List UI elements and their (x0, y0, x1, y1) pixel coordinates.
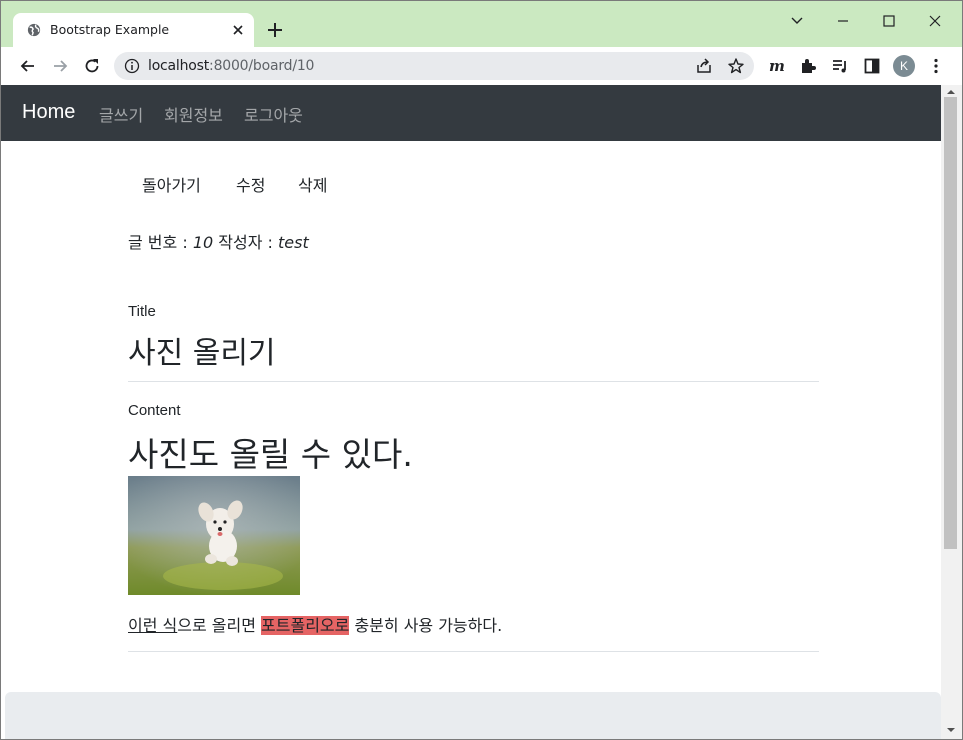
close-window-icon[interactable] (925, 11, 945, 31)
post-title: 사진 올리기 (128, 336, 276, 371)
browser-window: Bootstrap Example localhost:8000/board/1… (0, 0, 963, 740)
delete-button[interactable]: 삭제 (298, 172, 327, 196)
sidebar-icon[interactable] (862, 56, 882, 76)
underlined-text: 이런 식 (128, 616, 178, 635)
tab-title: Bootstrap Example (50, 22, 170, 37)
paragraph-text-2: 충분히 사용 가능하다. (349, 616, 503, 635)
back-icon[interactable] (18, 56, 38, 76)
footer (5, 692, 941, 739)
post-meta: 글 번호 : 10 작성자 : test (128, 229, 309, 253)
info-icon[interactable] (124, 58, 140, 74)
minimize-icon[interactable] (833, 11, 853, 31)
chevron-down-icon[interactable] (787, 11, 807, 31)
m-extension-icon[interactable]: m (766, 56, 786, 76)
browser-toolbar: localhost:8000/board/10 m K (1, 47, 962, 85)
maximize-icon[interactable] (879, 11, 899, 31)
media-icon[interactable] (830, 56, 850, 76)
post-number-label: 글 번호 : (128, 233, 193, 252)
reload-icon[interactable] (82, 56, 102, 76)
avatar[interactable]: K (893, 55, 915, 77)
post-author-label: 작성자 : (213, 233, 278, 252)
nav-link-logout[interactable]: 로그아웃 (244, 102, 303, 126)
scroll-up-icon[interactable] (945, 87, 957, 97)
url-path: :8000/board/10 (209, 58, 315, 74)
highlighted-text: 포트폴리오로 (261, 616, 350, 635)
edit-button[interactable]: 수정 (236, 172, 265, 196)
url-host: localhost (148, 58, 210, 74)
forward-icon[interactable] (50, 56, 70, 76)
browser-tab[interactable]: Bootstrap Example (13, 13, 254, 47)
more-icon[interactable] (926, 56, 946, 76)
vertical-scrollbar[interactable] (941, 85, 962, 739)
paragraph-text-1: 으로 올리면 (177, 616, 262, 635)
address-bar[interactable]: localhost:8000/board/10 (114, 52, 754, 80)
page-viewport: Home 글쓰기 회원정보 로그아웃 돌아가기 수정 삭제 글 번호 : 10 … (1, 85, 941, 739)
puzzle-icon[interactable] (798, 56, 818, 76)
post-author: test (277, 233, 309, 252)
post-number: 10 (192, 233, 214, 252)
divider (128, 381, 819, 382)
svg-text:m: m (769, 57, 785, 75)
back-button[interactable]: 돌아가기 (142, 172, 201, 196)
scroll-down-icon[interactable] (945, 725, 957, 735)
content-label: Content (128, 402, 181, 419)
content-paragraph: 이런 식으로 올리면 포트폴리오로 충분히 사용 가능하다. (128, 612, 502, 636)
title-label: Title (128, 303, 156, 320)
navbar: Home 글쓰기 회원정보 로그아웃 (1, 85, 941, 141)
divider (128, 651, 819, 652)
navbar-brand[interactable]: Home (22, 101, 75, 124)
title-bar: Bootstrap Example (1, 1, 962, 47)
share-icon[interactable] (694, 56, 714, 76)
close-icon[interactable] (229, 21, 247, 39)
nav-link-write[interactable]: 글쓰기 (99, 102, 143, 126)
nav-link-profile[interactable]: 회원정보 (164, 102, 223, 126)
url-text: localhost:8000/board/10 (148, 58, 314, 74)
content-heading: 사진도 올릴 수 있다. (128, 435, 413, 474)
plus-icon[interactable] (265, 20, 285, 40)
dog-photo (128, 476, 300, 595)
scroll-thumb[interactable] (944, 97, 957, 549)
star-icon[interactable] (726, 56, 746, 76)
globe-icon (27, 23, 41, 37)
